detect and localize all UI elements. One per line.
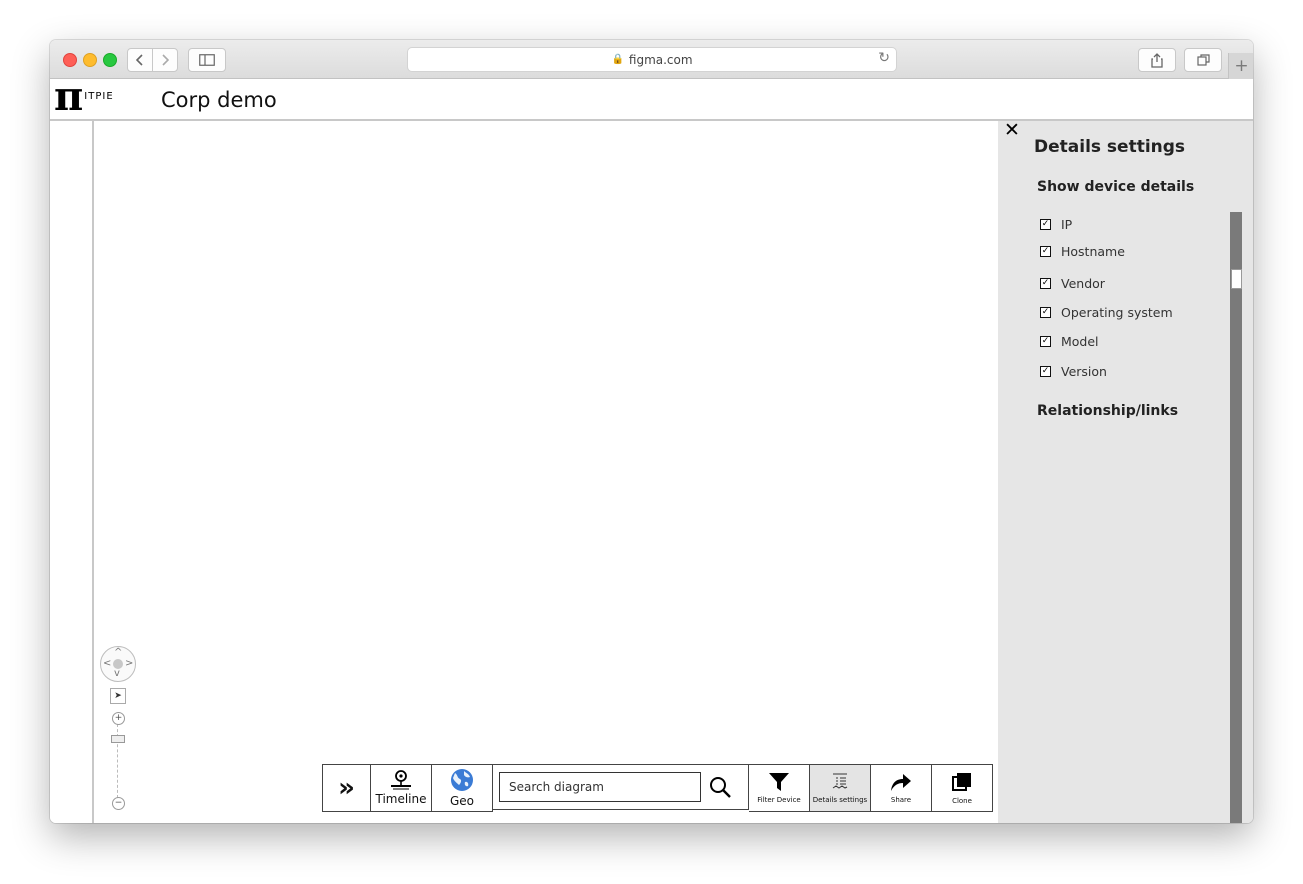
checkbox-operating-system-label: Operating system (1061, 305, 1173, 320)
minimize-window-button[interactable] (83, 53, 97, 67)
diagram-canvas[interactable] (94, 121, 998, 823)
checkbox-hostname-box[interactable]: ✓ (1040, 246, 1051, 257)
search-icon[interactable] (709, 776, 731, 798)
chevron-right-icon (162, 54, 169, 66)
browser-share-button[interactable] (1138, 48, 1176, 72)
new-tab-button[interactable]: + (1228, 53, 1253, 79)
lock-icon: 🔒 (611, 54, 624, 65)
zoom-in-button[interactable]: + (112, 712, 125, 725)
share-label: Share (890, 796, 912, 804)
back-button[interactable] (127, 48, 153, 72)
panel-title: Details settings (1034, 137, 1186, 157)
clone-button[interactable]: Clone (932, 764, 993, 812)
checkbox-model-label: Model (1061, 334, 1099, 349)
checkbox-hostname[interactable]: ✓ Hostname (1040, 244, 1125, 259)
device-details-heading: Show device details (1037, 179, 1195, 195)
zoom-slider-thumb[interactable] (111, 735, 125, 743)
maximize-window-button[interactable] (103, 53, 117, 67)
pan-down-icon[interactable]: v (114, 669, 120, 679)
expand-button[interactable]: » (322, 764, 371, 812)
checkbox-ip-label: IP (1061, 217, 1073, 232)
geo-button[interactable]: Geo (432, 764, 493, 812)
checkbox-operating-system[interactable]: ✓ Operating system (1040, 305, 1173, 320)
checkbox-version-box[interactable]: ✓ (1040, 366, 1051, 377)
forward-button[interactable] (152, 48, 178, 72)
logo-text: ITPIE (84, 91, 114, 102)
panel-scrollbar-thumb[interactable] (1231, 269, 1242, 289)
pan-right-icon[interactable]: > (125, 659, 133, 669)
checkbox-vendor[interactable]: ✓ Vendor (1040, 276, 1105, 291)
share-arrow-icon (891, 774, 911, 791)
checkbox-version[interactable]: ✓ Version (1040, 364, 1107, 379)
show-tabs-button[interactable] (1184, 48, 1222, 72)
tabs-icon (1196, 54, 1210, 66)
share-icon (1151, 52, 1163, 68)
pointer-tool-icon[interactable]: ➤ (110, 688, 126, 704)
zoom-out-button[interactable]: − (112, 797, 125, 810)
details-list-icon (832, 773, 848, 789)
timeline-label: Timeline (375, 792, 427, 806)
pan-left-icon[interactable]: < (103, 659, 111, 669)
bottom-toolbar: » Timeline Geo Search diagram Filter Dev… (322, 764, 993, 812)
filter-icon (769, 773, 789, 791)
relationship-links-heading: Relationship/links (1037, 403, 1179, 419)
timeline-button[interactable]: Timeline (371, 764, 432, 812)
url-text: figma.com (628, 52, 693, 67)
share-button[interactable]: Share (871, 764, 932, 812)
double-chevron-right-icon: » (338, 773, 355, 803)
chevron-left-icon (136, 54, 143, 66)
checkbox-hostname-label: Hostname (1061, 244, 1125, 259)
sidebar-icon (199, 54, 215, 66)
close-panel-icon[interactable]: ✕ (1004, 119, 1020, 141)
checkbox-model[interactable]: ✓ Model (1040, 334, 1099, 349)
geo-label: Geo (449, 794, 475, 808)
page-title: Corp demo (161, 88, 277, 112)
checkbox-vendor-label: Vendor (1061, 276, 1105, 291)
globe-icon (451, 769, 473, 791)
browser-toolbar: 🔒 figma.com ↻ + (50, 40, 1253, 79)
checkbox-version-label: Version (1061, 364, 1107, 379)
details-settings-panel: ✕ Details settings Show device details ✓… (998, 119, 1253, 823)
details-settings-label: Details settings (812, 796, 868, 804)
checkbox-ip[interactable]: ✓ IP (1040, 217, 1072, 232)
sidebar-toggle-button[interactable] (188, 48, 226, 72)
filter-device-button[interactable]: Filter Device (749, 764, 810, 812)
logo-symbol: π (54, 73, 84, 120)
app-header: π ITPIE Corp demo (50, 73, 1253, 121)
close-window-button[interactable] (63, 53, 77, 67)
panel-scrollbar-track[interactable] (1230, 212, 1242, 823)
address-bar[interactable]: 🔒 figma.com ↻ (407, 47, 897, 72)
timeline-icon (391, 770, 411, 790)
pan-control[interactable]: ^ < > v (100, 646, 136, 682)
pan-center-icon (113, 659, 123, 669)
left-rail (50, 121, 94, 823)
filter-device-label: Filter Device (757, 796, 801, 804)
reload-icon[interactable]: ↻ (878, 50, 890, 66)
checkbox-operating-system-box[interactable]: ✓ (1040, 307, 1051, 318)
pan-up-icon[interactable]: ^ (114, 648, 122, 658)
browser-window: 🔒 figma.com ↻ + π ITPIE Corp demo ^ < > … (50, 40, 1253, 823)
checkbox-ip-box[interactable]: ✓ (1040, 219, 1051, 230)
itpie-logo[interactable]: π ITPIE (54, 73, 114, 120)
checkbox-vendor-box[interactable]: ✓ (1040, 278, 1051, 289)
details-settings-button[interactable]: Details settings (810, 764, 871, 812)
clone-icon (952, 773, 971, 791)
checkbox-model-box[interactable]: ✓ (1040, 336, 1051, 347)
search-input[interactable] (499, 772, 701, 802)
clone-label: Clone (952, 797, 972, 805)
search-area (493, 764, 749, 810)
